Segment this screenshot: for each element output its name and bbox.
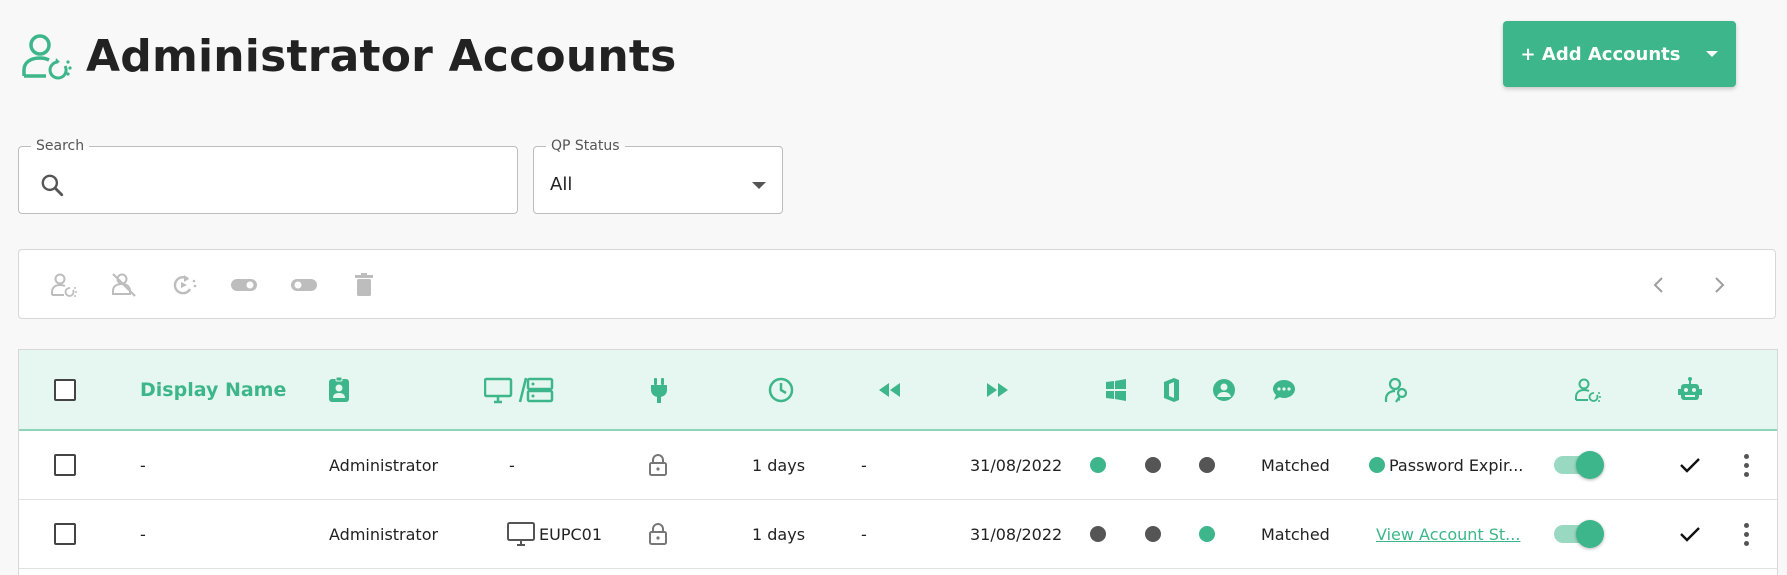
account-status-dot xyxy=(1369,457,1385,473)
windows-icon[interactable] xyxy=(1102,350,1130,429)
caret-down-icon xyxy=(1706,51,1719,57)
fast-forward-icon[interactable] xyxy=(984,350,1012,429)
machine-name: EUPC01 xyxy=(539,524,602,544)
toggle-on-icon[interactable] xyxy=(230,271,258,299)
add-accounts-label: + Add Accounts xyxy=(1520,43,1681,65)
user-sync-icon[interactable] xyxy=(1574,350,1602,429)
age-cell: 1 days xyxy=(752,524,806,544)
check-icon xyxy=(1678,500,1702,568)
display-name-cell: - xyxy=(140,455,146,475)
user-disabled-icon[interactable] xyxy=(110,271,138,299)
search-icon xyxy=(41,174,64,197)
account-name-cell: Administrator xyxy=(329,455,439,475)
account-status-cell: Password Expir... xyxy=(1369,431,1523,499)
lock-icon xyxy=(646,431,670,499)
plug-icon[interactable] xyxy=(645,350,673,429)
rewind-cell: - xyxy=(861,455,867,475)
add-accounts-button[interactable]: + Add Accounts xyxy=(1503,21,1736,87)
chevron-right-icon[interactable] xyxy=(1705,271,1733,299)
date-cell: 31/08/2022 xyxy=(970,455,1063,475)
badge-icon[interactable] xyxy=(325,350,353,429)
page-title: Administrator Accounts xyxy=(86,30,677,82)
qp-status-label: QP Status xyxy=(551,138,620,154)
match-cell: Matched xyxy=(1261,455,1330,475)
page-header: Administrator Accounts xyxy=(20,28,677,84)
rewind-icon[interactable] xyxy=(875,350,903,429)
more-options-icon[interactable] xyxy=(1744,431,1749,499)
user-status-dot xyxy=(1199,431,1215,499)
lock-icon xyxy=(646,500,670,568)
row-checkbox[interactable] xyxy=(54,431,76,499)
rewind-cell: - xyxy=(861,524,867,544)
monitor-icon xyxy=(507,522,535,546)
select-all-checkbox[interactable] xyxy=(54,350,76,429)
windows-status-dot xyxy=(1090,500,1106,568)
more-options-icon[interactable] xyxy=(1744,500,1749,568)
chat-icon[interactable] xyxy=(1270,350,1298,429)
table-header: Display Name xyxy=(19,350,1777,431)
search-input[interactable] xyxy=(79,166,499,202)
monitor-server-icon[interactable] xyxy=(484,350,554,429)
admin-user-sync-icon xyxy=(22,34,72,80)
caret-down-icon xyxy=(752,182,766,189)
age-cell: 1 days xyxy=(752,455,806,475)
view-account-status-link[interactable]: View Account St... xyxy=(1376,500,1520,568)
account-name-cell: Administrator xyxy=(329,524,439,544)
table-row[interactable]: - Administrator - 1 days - 31/08/2022 Ma… xyxy=(19,431,1777,500)
enabled-toggle[interactable] xyxy=(1554,500,1604,568)
column-display-name[interactable]: Display Name xyxy=(140,350,286,429)
bulk-action-toolbar xyxy=(18,249,1776,319)
refresh-icon[interactable] xyxy=(170,271,198,299)
user-circle-icon[interactable] xyxy=(1210,350,1238,429)
trash-icon[interactable] xyxy=(350,271,378,299)
account-status-text: Password Expir... xyxy=(1389,455,1524,475)
windows-status-dot xyxy=(1090,431,1106,499)
key-user-icon[interactable] xyxy=(1383,350,1411,429)
qp-status-select[interactable]: QP Status All xyxy=(533,138,783,214)
office-status-dot xyxy=(1145,500,1161,568)
office-icon[interactable] xyxy=(1157,350,1185,429)
robot-icon[interactable] xyxy=(1676,350,1704,429)
user-sync-icon[interactable] xyxy=(50,271,78,299)
table-row xyxy=(19,569,1777,575)
machine-cell: EUPC01 xyxy=(507,500,602,568)
accounts-table: Display Name - Administrator - 1 days - … xyxy=(18,349,1778,575)
machine-cell: - xyxy=(509,455,515,475)
table-row[interactable]: - Administrator EUPC01 1 days - 31/08/20… xyxy=(19,500,1777,569)
match-cell: Matched xyxy=(1261,524,1330,544)
search-label: Search xyxy=(36,138,85,154)
enabled-toggle[interactable] xyxy=(1554,431,1604,499)
office-status-dot xyxy=(1145,431,1161,499)
row-checkbox[interactable] xyxy=(54,500,76,568)
clock-icon[interactable] xyxy=(767,350,795,429)
search-field[interactable]: Search xyxy=(18,138,518,214)
check-icon xyxy=(1678,431,1702,499)
qp-status-value: All xyxy=(550,174,573,195)
toggle-off-icon[interactable] xyxy=(290,271,318,299)
chevron-left-icon[interactable] xyxy=(1645,271,1673,299)
user-status-dot xyxy=(1199,500,1215,568)
date-cell: 31/08/2022 xyxy=(970,524,1063,544)
display-name-cell: - xyxy=(140,524,146,544)
